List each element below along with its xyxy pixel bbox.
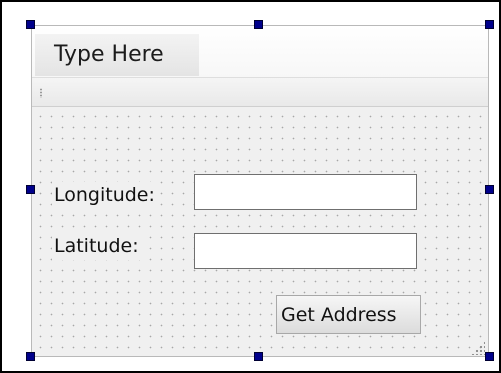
selection-handle-bottom-right[interactable] (485, 352, 494, 361)
latitude-label: Latitude: (52, 233, 143, 260)
screenshot-frame: Type Here Longitude: Latitude: Get Addre… (0, 0, 501, 373)
selection-handle-middle-right[interactable] (485, 185, 494, 194)
menu-type-here-placeholder[interactable]: Type Here (35, 34, 199, 76)
form-preview-window: Type Here Longitude: Latitude: Get Addre… (31, 25, 489, 357)
menu-bar: Type Here (32, 26, 488, 78)
selection-handle-top-right[interactable] (485, 20, 494, 29)
toolbar-grip-icon[interactable] (40, 88, 42, 98)
latitude-field[interactable] (194, 233, 417, 269)
get-address-button[interactable]: Get Address (276, 295, 421, 334)
toolbar-area[interactable] (32, 78, 488, 107)
longitude-field[interactable] (194, 174, 417, 210)
selection-handle-middle-left[interactable] (26, 185, 35, 194)
size-grip-icon[interactable] (471, 341, 485, 355)
central-widget-grid: Longitude: Latitude: Get Address (32, 107, 488, 356)
selection-handle-top-center[interactable] (254, 20, 263, 29)
selection-handle-bottom-left[interactable] (26, 352, 35, 361)
selection-handle-top-left[interactable] (26, 20, 35, 29)
longitude-label: Longitude: (52, 182, 159, 209)
selection-handle-bottom-center[interactable] (254, 352, 263, 361)
